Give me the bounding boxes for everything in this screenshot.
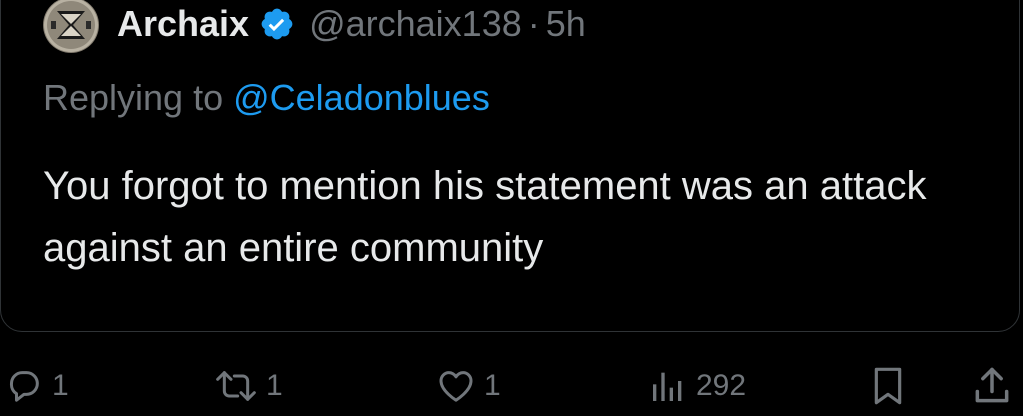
tweet-action-bar: 1 1 1 292: [0, 356, 1023, 416]
author-handle[interactable]: @archaix138: [309, 3, 522, 45]
tweet-card[interactable]: Archaix @archaix138 · 5h Replying to @Ce…: [0, 0, 1020, 332]
like-button[interactable]: 1: [436, 364, 501, 408]
views-icon: [653, 372, 682, 401]
archaix-logo-avatar-icon: [44, 0, 98, 52]
views-count: 292: [696, 369, 747, 402]
reply-mention-link[interactable]: @Celadonblues: [233, 77, 490, 118]
bookmark-button[interactable]: [868, 364, 908, 408]
reply-count: 1: [52, 369, 69, 402]
tweet-timestamp[interactable]: 5h: [546, 3, 586, 45]
share-icon: [975, 367, 1009, 403]
bookmark-icon: [874, 367, 902, 405]
tweet-header: Archaix @archaix138 · 5h: [117, 0, 586, 49]
replying-to-label: Replying to: [43, 77, 234, 118]
like-count: 1: [484, 369, 501, 402]
reply-button[interactable]: 1: [4, 364, 69, 408]
avatar[interactable]: [43, 0, 99, 53]
separator-dot: ·: [527, 3, 540, 44]
retweet-button[interactable]: 1: [214, 364, 283, 408]
retweet-count: 1: [266, 369, 283, 402]
tweet-text: You forgot to mention his statement was …: [43, 164, 927, 270]
replying-to-line: Replying to @Celadonblues: [43, 77, 490, 119]
share-button[interactable]: [970, 364, 1014, 408]
verified-badge-icon[interactable]: [259, 6, 295, 42]
retweet-icon: [216, 371, 256, 401]
heart-icon: [439, 371, 473, 402]
author-display-name[interactable]: Archaix: [117, 3, 249, 45]
reply-icon: [9, 371, 39, 402]
views-button[interactable]: 292: [648, 364, 746, 408]
